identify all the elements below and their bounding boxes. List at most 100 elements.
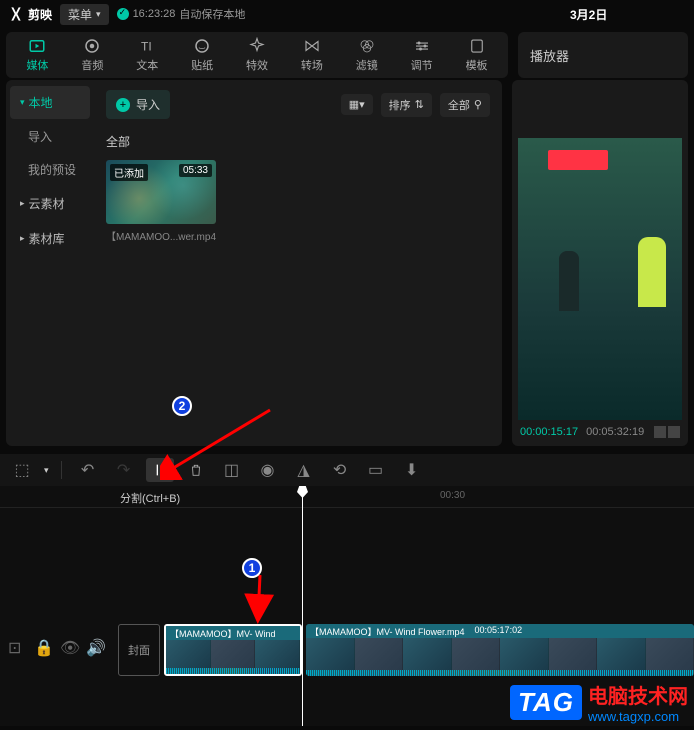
sort-label: 排序 [389, 97, 411, 113]
timeline-ruler[interactable]: 分割(Ctrl+B) 00:30 [0, 486, 694, 508]
track-area: ⊡ 🔒 👁 🔊 封面 【MAMAMOO】MV- Wind 【MAMAMOO】MV… [0, 508, 694, 708]
mute-icon[interactable]: 🔊 [86, 638, 104, 656]
chevron-down-icon: ▾ [96, 9, 101, 20]
chevron-right-icon: ▸ [20, 233, 25, 244]
playhead[interactable] [302, 486, 303, 726]
media-toolbar: + 导入 ▦▾ 排序 ⇅ 全部 ⚲ [106, 90, 490, 119]
import-button[interactable]: + 导入 [106, 90, 170, 119]
export-button[interactable]: ⬇ [398, 458, 426, 482]
media-main: + 导入 ▦▾ 排序 ⇅ 全部 ⚲ 全部 已添加 05:33 【MAMAMOO.… [94, 80, 502, 446]
sidebar-item-label: 本地 [29, 94, 53, 111]
watermark-site-name: 电脑技术网 [588, 680, 688, 709]
sidebar-item-local[interactable]: ▾本地 [10, 86, 90, 119]
rotate-button[interactable]: ⟲ [326, 458, 354, 482]
media-sidebar: ▾本地 导入 我的预设 ▸ 云素材 ▸ 素材库 [6, 80, 94, 446]
tab-audio[interactable]: 音频 [65, 33, 120, 77]
chevron-down-icon[interactable]: ▾ [44, 465, 49, 476]
all-label: 全部 [448, 97, 470, 113]
autosave-text: 自动保存本地 [179, 6, 245, 22]
media-thumbnail[interactable]: 已添加 05:33 【MAMAMOO...wer.mp4 [106, 160, 216, 243]
sidebar-item-library[interactable]: ▸ 素材库 [10, 222, 90, 255]
clip-duration: 00:05:17:02 [475, 625, 523, 637]
tab-label: 调节 [411, 57, 433, 73]
plus-icon: + [116, 98, 130, 112]
app-name: 剪映 [28, 6, 52, 23]
timeline-toolbar: ⬚ ▾ ↶ ↷ ◫ ◉ ◮ ⟲ ▭ ⬇ [0, 454, 694, 486]
redo-button[interactable]: ↷ [110, 458, 138, 482]
tab-label: 文本 [136, 57, 158, 73]
media-section-label: 全部 [106, 133, 490, 150]
frame-button[interactable]: ▭ [362, 458, 390, 482]
player-title: 播放器 [530, 46, 569, 65]
duration-badge: 05:33 [179, 164, 212, 177]
annotation-marker-2: 2 [172, 396, 192, 416]
player-preview[interactable] [518, 138, 682, 420]
scissors-icon [8, 6, 24, 22]
thumbnail-filename: 【MAMAMOO...wer.mp4 [106, 228, 216, 243]
chevron-right-icon: ▸ [20, 198, 25, 209]
cover-button[interactable]: 封面 [118, 624, 160, 676]
annotation-marker-1: 1 [242, 558, 262, 578]
tab-label: 转场 [301, 57, 323, 73]
date-label: 3月2日 [570, 6, 607, 23]
player-timecode: 00:00:15:17 00:05:32:19 [520, 426, 680, 438]
sidebar-item-presets[interactable]: 我的预设 [10, 154, 90, 185]
autosave-status: 16:23:28 自动保存本地 [117, 6, 246, 22]
lock-icon[interactable]: 🔒 [34, 638, 52, 656]
sidebar-item-label: 素材库 [29, 230, 65, 247]
sidebar-item-label: 云素材 [29, 195, 65, 212]
tab-effect[interactable]: 特效 [230, 33, 285, 77]
track-controls: ⊡ 🔒 👁 🔊 [8, 638, 104, 656]
added-badge: 已添加 [110, 164, 148, 181]
watermark-tag: TAG [510, 685, 582, 720]
import-label: 导入 [136, 96, 160, 113]
tab-label: 滤镜 [356, 57, 378, 73]
menu-button[interactable]: 菜单 ▾ [60, 4, 109, 25]
tab-text[interactable]: TI 文本 [120, 33, 175, 77]
tab-filter[interactable]: 滤镜 [339, 33, 394, 77]
svg-text:TI: TI [141, 40, 152, 54]
split-tooltip: 分割(Ctrl+B) [120, 490, 180, 506]
total-time: 00:05:32:19 [586, 426, 644, 438]
tab-template[interactable]: 模板 [449, 33, 504, 77]
menu-label: 菜单 [68, 6, 92, 23]
clip-label: 【MAMAMOO】MV- Wind Flower.mp4 [310, 625, 465, 637]
watermark-url: www.tagxp.com [588, 709, 688, 724]
media-panel: ▾本地 导入 我的预设 ▸ 云素材 ▸ 素材库 + 导入 ▦▾ 排序 ⇅ 全部 ⚲ … [6, 80, 502, 446]
tab-transition[interactable]: 转场 [284, 33, 339, 77]
tab-adjust[interactable]: 调节 [394, 33, 449, 77]
sidebar-item-import[interactable]: 导入 [10, 121, 90, 152]
app-logo: 剪映 [8, 6, 52, 23]
annotation-arrow-1 [180, 570, 280, 630]
tab-label: 模板 [466, 57, 488, 73]
undo-button[interactable]: ↶ [74, 458, 102, 482]
main-tabs-row: 媒体 音频 TI 文本 贴纸 特效 转场 滤镜 调节 模板 播放器 [0, 28, 694, 78]
filter-all-button[interactable]: 全部 ⚲ [440, 93, 490, 117]
sidebar-item-cloud[interactable]: ▸ 云素材 [10, 187, 90, 220]
collapse-icon[interactable]: ⊡ [8, 638, 26, 656]
thumbnail-image: 已添加 05:33 [106, 160, 216, 224]
tab-media[interactable]: 媒体 [10, 33, 65, 77]
content-row: ▾本地 导入 我的预设 ▸ 云素材 ▸ 素材库 + 导入 ▦▾ 排序 ⇅ 全部 ⚲ … [0, 78, 694, 450]
title-bar: 剪映 菜单 ▾ 16:23:28 自动保存本地 3月2日 [0, 0, 694, 28]
timeline-clip-2[interactable]: 【MAMAMOO】MV- Wind Flower.mp4 00:05:17:02 [306, 624, 694, 676]
sort-button[interactable]: 排序 ⇅ [381, 93, 432, 117]
cover-label: 封面 [128, 642, 150, 658]
player-view-buttons[interactable] [654, 426, 680, 438]
tab-label: 特效 [246, 57, 268, 73]
ruler-tick: 00:30 [440, 490, 465, 501]
check-icon [117, 8, 129, 20]
pointer-tool[interactable]: ⬚ [8, 458, 36, 482]
tab-sticker[interactable]: 贴纸 [175, 33, 230, 77]
eye-icon[interactable]: 👁 [60, 638, 78, 656]
tab-label: 音频 [81, 57, 103, 73]
timeline-clip-1[interactable]: 【MAMAMOO】MV- Wind [164, 624, 302, 676]
current-time: 00:00:15:17 [520, 426, 578, 438]
watermark: TAG 电脑技术网 www.tagxp.com [510, 680, 688, 724]
player-header: 播放器 [518, 32, 688, 78]
tab-label: 媒体 [26, 57, 48, 73]
player-panel: 00:00:15:17 00:05:32:19 [512, 80, 688, 446]
autosave-time: 16:23:28 [133, 8, 176, 20]
mirror-button[interactable]: ◮ [290, 458, 318, 482]
view-mode-button[interactable]: ▦▾ [341, 94, 373, 115]
